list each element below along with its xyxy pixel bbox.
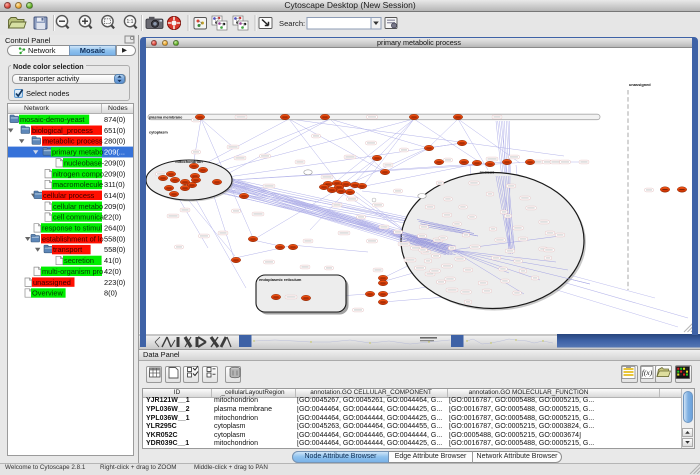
svg-text:unassigned: unassigned [33,278,71,287]
svg-text:42(0): 42(0) [104,267,121,276]
svg-text:Search:: Search: [279,19,305,28]
svg-text:biological_process: biological_process [32,126,93,135]
svg-text:223(0): 223(0) [104,278,125,287]
svg-text:209(0): 209(0) [104,169,125,178]
svg-text:primary metabo: primary metabo [52,148,103,157]
svg-text:874(0): 874(0) [104,115,125,124]
svg-text:nitrogen compo: nitrogen compo [53,169,104,178]
svg-text:metabolic process: metabolic process [43,137,103,146]
svg-text:cellular process: cellular process [43,191,95,200]
svg-text:mosaic-demo-yeast: mosaic-demo-yeast [20,115,84,124]
svg-text:cell communicat: cell communicat [53,213,106,222]
svg-text:response to stimul: response to stimul [42,224,102,233]
svg-text:Overview: Overview [32,289,63,298]
svg-text:651(0): 651(0) [104,126,125,135]
svg-text:280(0): 280(0) [104,137,125,146]
svg-text:plasma membrane: plasma membrane [149,116,182,120]
svg-text:f(x): f(x) [642,368,653,377]
svg-text:secretion: secretion [64,256,94,265]
svg-text:22(0): 22(0) [104,213,121,222]
svg-text:614(0): 614(0) [104,191,125,200]
svg-text:558(0): 558(0) [104,245,125,254]
svg-text:209(...: 209(... [104,148,125,157]
svg-text:209(0): 209(0) [104,202,125,211]
svg-text:unassigned: unassigned [629,82,651,87]
svg-text:multi-organism pro: multi-organism pro [42,267,103,276]
svg-text:cellular metabo: cellular metabo [53,202,103,211]
svg-text:nucleobase-: nucleobase- [64,158,105,167]
svg-text:establishment of lo: establishment of lo [42,234,104,243]
svg-text:nucleus: nucleus [480,170,495,175]
svg-text:endoplasmic reticulum: endoplasmic reticulum [259,277,302,282]
svg-text:transport: transport [53,245,82,254]
svg-text:264(0): 264(0) [104,224,125,233]
svg-text:mitochondrion: mitochondrion [175,159,203,164]
svg-text:macromolecule: macromolecule [53,180,103,189]
svg-text:311(0): 311(0) [104,180,125,189]
svg-text:209(0): 209(0) [104,158,125,167]
svg-text:41(0): 41(0) [104,256,121,265]
svg-text:8(0): 8(0) [104,289,117,298]
svg-text:1:1: 1:1 [127,19,134,25]
svg-text:558(0): 558(0) [104,234,125,243]
svg-text:cytoplasm: cytoplasm [149,131,168,135]
